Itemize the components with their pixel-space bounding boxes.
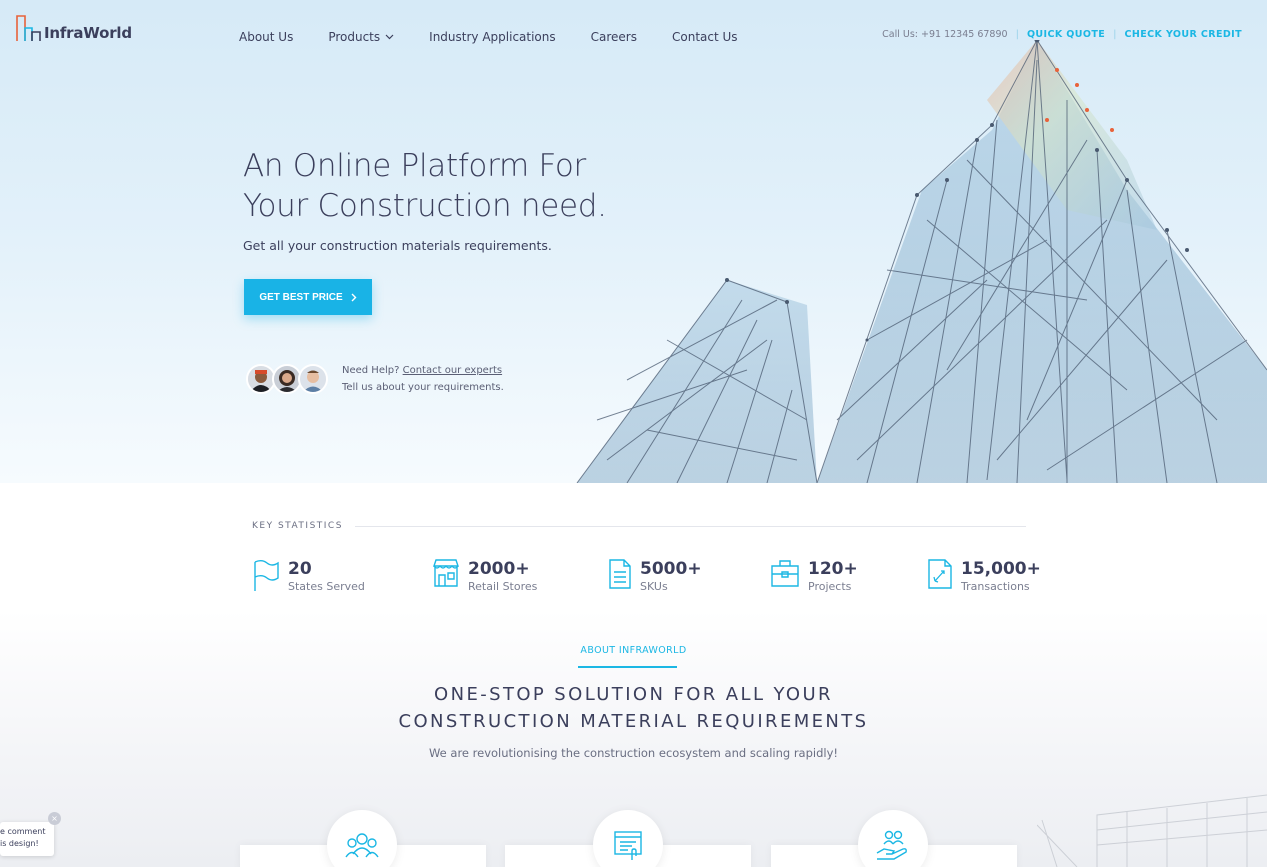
- key-statistics-label: KEY STATISTICS: [252, 521, 343, 531]
- stat-skus: 5000+ SKUs: [608, 558, 702, 594]
- nav-item-label: Industry Applications: [429, 30, 556, 44]
- check-credit-link[interactable]: CHECK YOUR CREDIT: [1125, 29, 1242, 40]
- stat-value: 15,000+: [961, 559, 1041, 579]
- chevron-down-icon: [385, 34, 394, 40]
- chevron-right-icon: [351, 293, 357, 301]
- rocket-icon: [928, 559, 952, 589]
- avatar: [298, 364, 328, 394]
- stat-label: Transactions: [961, 580, 1030, 593]
- help-subtext: Tell us about your requirements.: [342, 382, 504, 393]
- nav-item-careers[interactable]: Careers: [591, 30, 637, 44]
- brand-logo[interactable]: InfraWorld: [16, 14, 132, 42]
- stat-retail-stores: 2000+ Retail Stores: [432, 558, 537, 594]
- comment-text-line2: is design!: [0, 839, 39, 848]
- document-icon: [609, 559, 631, 589]
- stat-value: 5000+: [640, 559, 702, 579]
- comment-text-line1: e comment: [0, 827, 46, 836]
- online-order-icon: [614, 831, 642, 860]
- hero-title: An Online Platform For Your Construction…: [243, 146, 607, 226]
- help-prefix: Need Help?: [342, 365, 400, 376]
- team-icon: [345, 833, 379, 858]
- about-title-line2: CONSTRUCTION MATERIAL REQUIREMENTS: [398, 711, 869, 732]
- nav-item-label: Products: [328, 30, 381, 44]
- hero-title-line2: Your Construction need.: [243, 188, 607, 224]
- get-best-price-button[interactable]: GET BEST PRICE: [244, 279, 372, 315]
- stat-projects: 120+ Projects: [770, 558, 858, 594]
- about-subtitle: We are revolutionising the construction …: [428, 746, 839, 760]
- stat-value: 120+: [808, 559, 858, 579]
- brand-name: InfraWorld: [44, 24, 132, 42]
- nav-item-label: Careers: [590, 30, 637, 44]
- background-building-image: [1037, 794, 1267, 867]
- divider: [354, 525, 1026, 527]
- nav-item-label: Contact Us: [672, 30, 738, 44]
- about-title: ONE-STOP SOLUTION FOR ALL YOUR CONSTRUCT…: [0, 681, 1267, 735]
- call-us-text: Call Us: +91 12345 67890: [882, 29, 1008, 40]
- close-icon[interactable]: ×: [48, 812, 61, 825]
- stat-transactions: 15,000+ Transactions: [927, 558, 1041, 594]
- flag-icon: [254, 560, 279, 591]
- nav-item-products[interactable]: Products: [328, 30, 394, 44]
- building-illustration: [576, 40, 1267, 483]
- comment-widget[interactable]: e comment is design!: [0, 822, 54, 856]
- stat-label: Projects: [808, 580, 852, 593]
- store-icon: [433, 559, 459, 587]
- nav-item-about[interactable]: About Us: [239, 30, 293, 44]
- stat-value: 2000+: [468, 559, 530, 579]
- contact-experts-link[interactable]: Contact our experts: [403, 365, 502, 376]
- nav-item-industry[interactable]: Industry Applications: [429, 30, 555, 44]
- care-hand-icon: [876, 830, 907, 860]
- stat-label: Retail Stores: [468, 580, 538, 593]
- hero-section: InfraWorld About Us Products Industry Ap…: [0, 0, 1267, 483]
- divider: |: [1113, 29, 1117, 40]
- key-statistics: 20 States Served 2000+ Retail Stores 500…: [252, 558, 1042, 602]
- main-nav: About Us Products Industry Applications …: [239, 30, 773, 44]
- expert-help-block: Need Help? Contact our experts Tell us a…: [246, 362, 504, 396]
- stat-value: 20: [288, 559, 312, 579]
- kicker-underline: [578, 666, 677, 668]
- cta-label: GET BEST PRICE: [259, 291, 343, 303]
- divider: |: [1015, 29, 1019, 40]
- hero-title-line1: An Online Platform For: [243, 148, 586, 184]
- nav-item-contact[interactable]: Contact Us: [672, 30, 738, 44]
- toolbox-icon: [771, 560, 799, 587]
- stat-label: States Served: [288, 580, 365, 593]
- logo-icon: [16, 15, 41, 41]
- top-utility-bar: Call Us: +91 12345 67890 | QUICK QUOTE |…: [882, 29, 1242, 40]
- stat-label: SKUs: [640, 580, 668, 593]
- help-text: Need Help? Contact our experts Tell us a…: [342, 362, 504, 396]
- quick-quote-link[interactable]: QUICK QUOTE: [1027, 29, 1105, 40]
- about-title-line1: ONE-STOP SOLUTION FOR ALL YOUR: [434, 684, 833, 705]
- stat-states: 20 States Served: [252, 558, 365, 594]
- hero-subtitle: Get all your construction materials requ…: [243, 238, 552, 253]
- about-kicker: ABOUT INFRAWORLD: [580, 645, 687, 656]
- nav-item-label: About Us: [239, 30, 294, 44]
- key-statistics-header: KEY STATISTICS: [252, 521, 1026, 531]
